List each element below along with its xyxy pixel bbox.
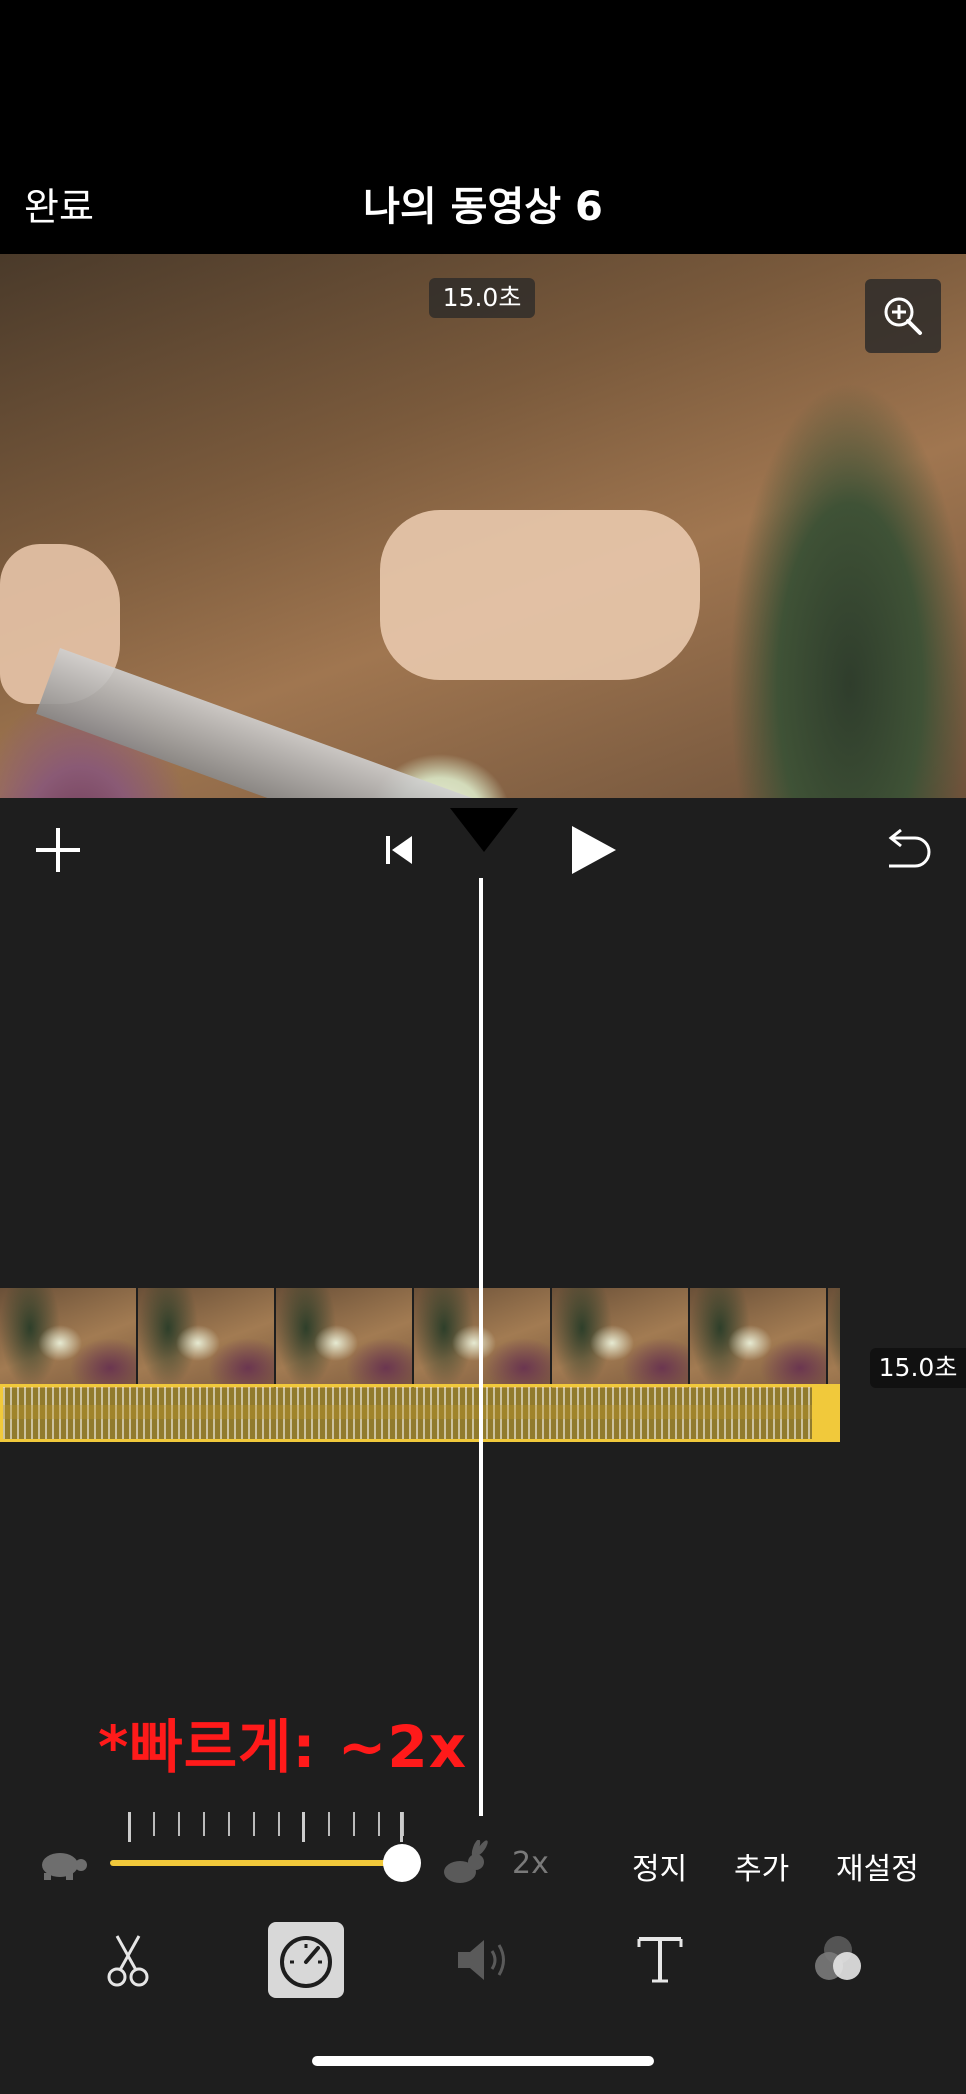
preview-duration-badge: 15.0초 — [429, 278, 535, 318]
tool-speed-button[interactable] — [268, 1922, 344, 1998]
speed-range-handle[interactable] — [812, 1384, 840, 1442]
clip-duration-badge: 15.0초 — [870, 1348, 966, 1388]
clip-frame — [0, 1288, 138, 1388]
playhead-notch — [450, 808, 518, 852]
turtle-icon — [36, 1845, 90, 1885]
clip-frame — [690, 1288, 828, 1388]
speed-slider-major-tick — [302, 1812, 305, 1842]
volume-icon — [458, 1940, 505, 1980]
freeze-button[interactable]: 정지 — [632, 1844, 687, 1888]
skip-to-start-icon — [386, 836, 412, 864]
tool-filter-button[interactable] — [800, 1922, 876, 1998]
clip-frame — [138, 1288, 276, 1388]
playhead-line — [479, 878, 483, 1816]
clip-frame — [552, 1288, 690, 1388]
play-icon — [572, 826, 616, 874]
clip-frame — [276, 1288, 414, 1388]
speed-range-bar[interactable] — [0, 1384, 840, 1442]
video-preview — [0, 254, 966, 798]
clip-thumbnails — [0, 1288, 840, 1388]
rabbit-icon — [440, 1839, 490, 1892]
speed-slider-track[interactable] — [110, 1860, 400, 1866]
speed-annotation: *빠르게: ~2x — [98, 1713, 468, 1781]
add-speed-button[interactable]: 추가 — [734, 1844, 789, 1888]
add-media-button[interactable] — [28, 820, 88, 880]
preview-hand-right — [380, 510, 700, 680]
scissors-icon — [107, 1935, 149, 1987]
zoom-button[interactable] — [865, 279, 941, 353]
speed-slider-ticks — [128, 1812, 404, 1836]
undo-icon — [888, 828, 931, 868]
tool-split-button[interactable] — [90, 1922, 166, 1998]
speed-slider-major-tick — [128, 1812, 131, 1842]
skip-to-start-button[interactable] — [370, 820, 430, 880]
reset-button[interactable]: 재설정 — [836, 1844, 919, 1888]
clip-frame — [414, 1288, 552, 1388]
speed-slider-knob[interactable] — [383, 1844, 421, 1882]
speedometer-icon — [280, 1936, 332, 1988]
video-clip[interactable] — [0, 1288, 840, 1442]
filter-icon — [815, 1936, 861, 1980]
home-indicator[interactable] — [312, 2056, 654, 2066]
text-icon — [637, 1937, 683, 1983]
plus-icon — [36, 828, 80, 872]
tool-volume-button[interactable] — [446, 1922, 522, 1998]
tool-title-button[interactable] — [622, 1922, 698, 1998]
project-title: 나의 동영상 6 — [363, 184, 603, 230]
play-button[interactable] — [560, 818, 624, 882]
zoom-in-icon — [884, 297, 922, 335]
speed-slider-major-tick — [400, 1812, 403, 1842]
clip-frame — [828, 1288, 840, 1388]
speed-value: 2x — [512, 1846, 549, 1881]
undo-button[interactable] — [876, 820, 936, 880]
